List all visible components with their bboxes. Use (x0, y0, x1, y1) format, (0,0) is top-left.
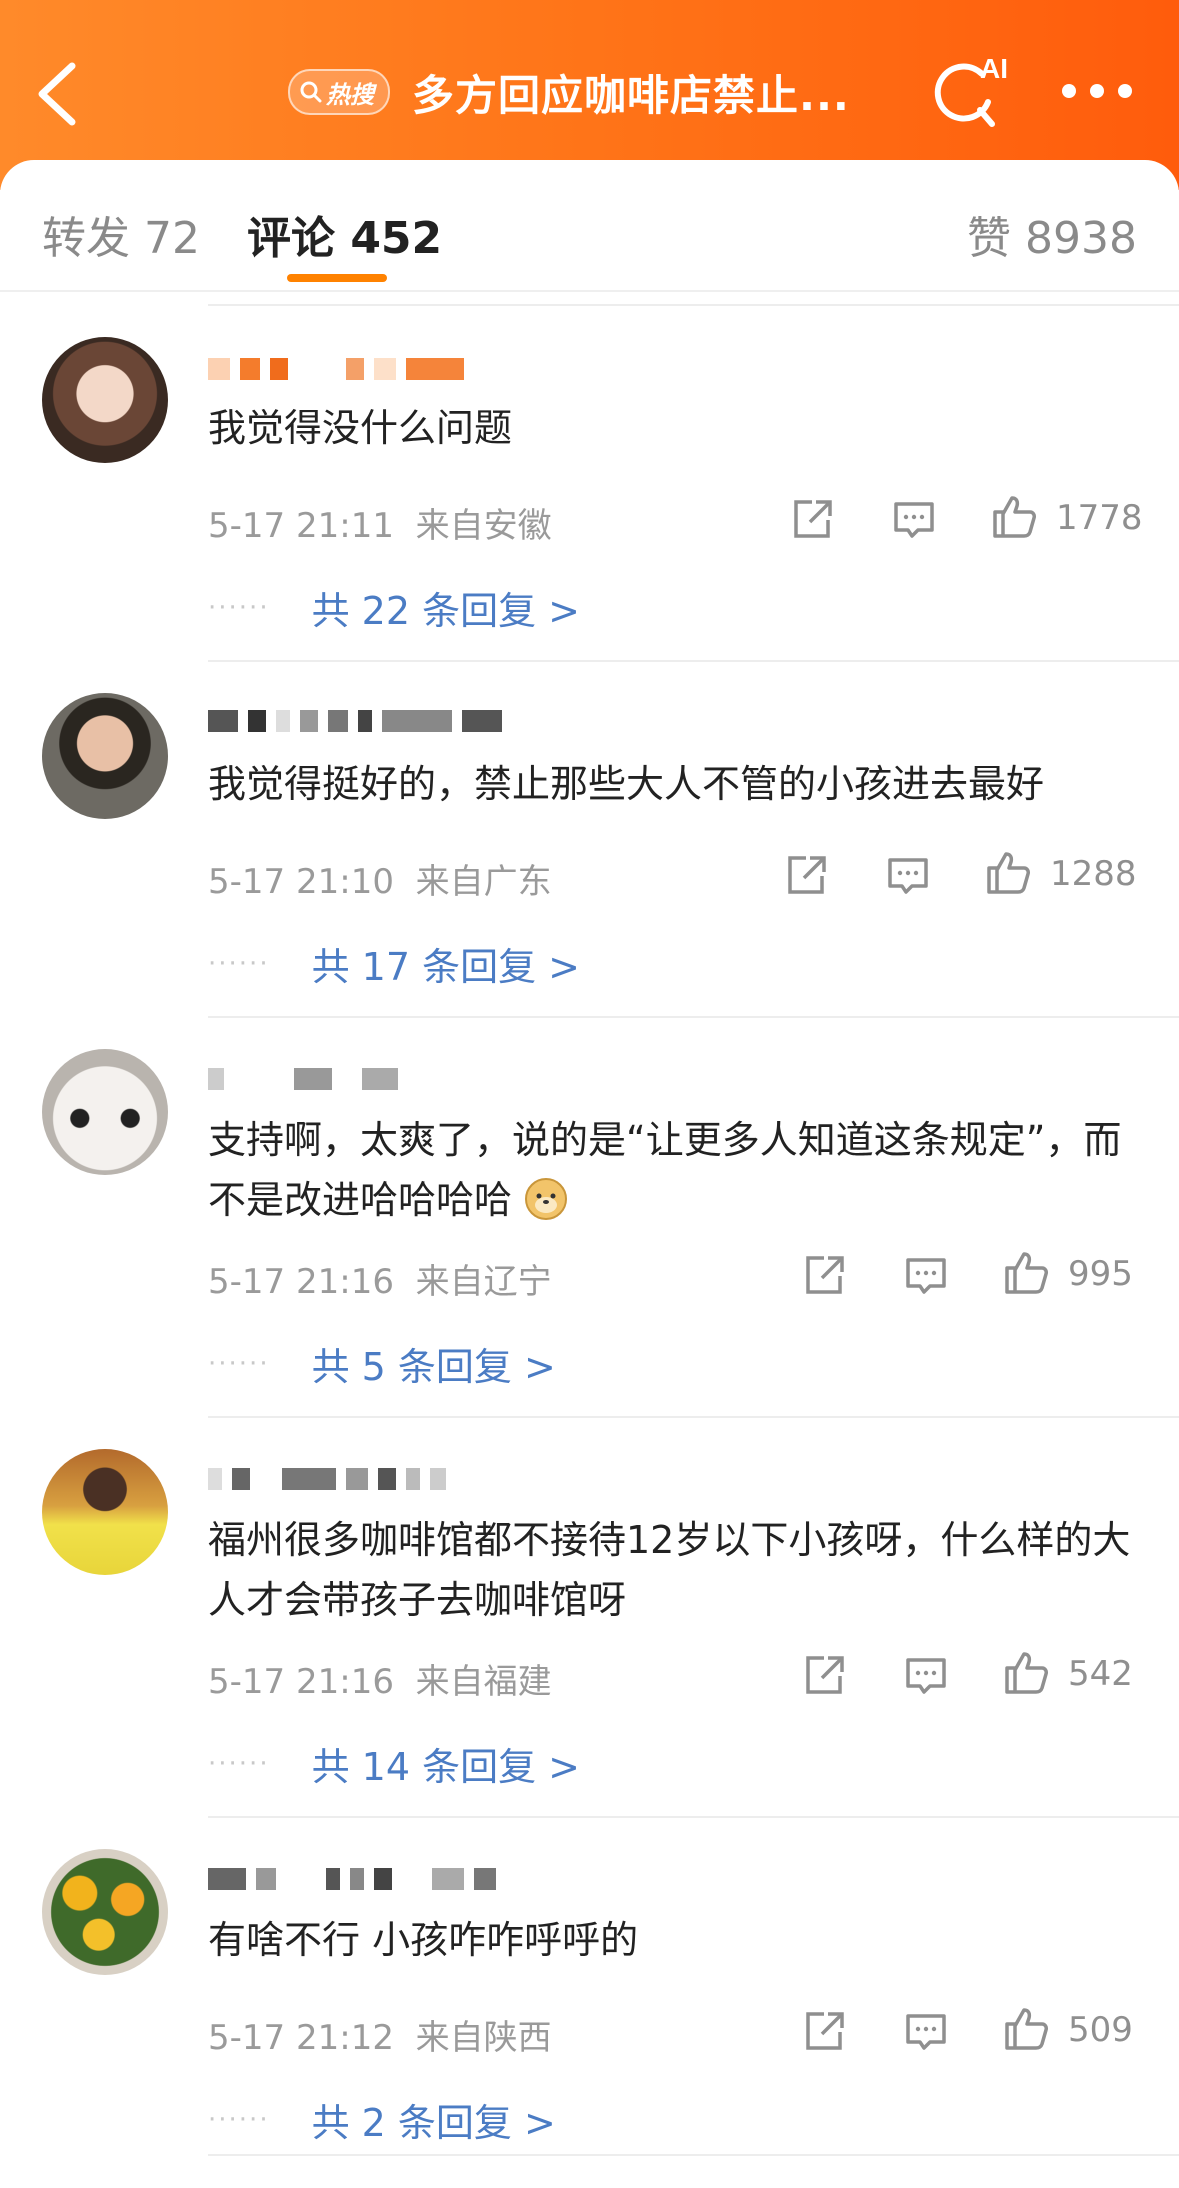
comment-meta: 5-17 21:12 来自陕西 (208, 2010, 552, 2059)
divider (208, 2154, 1179, 2156)
share-icon[interactable] (800, 2008, 848, 2056)
avatar[interactable] (42, 337, 168, 463)
divider (208, 1016, 1179, 1018)
comment-icon[interactable] (884, 852, 932, 900)
comment-text: 我觉得没什么问题 (208, 406, 513, 450)
divider (208, 1416, 1179, 1418)
reply-dots: ······ (208, 2104, 270, 2135)
username-blurred[interactable] (208, 1862, 496, 1896)
comment-text: 支持啊，太爽了，说的是“让更多人知道这条规定”，而不是改进哈哈哈哈 (208, 1110, 1139, 1230)
comment-text: 有啥不行 小孩咋咋呼呼的 (208, 1918, 639, 1962)
more-icon-dot (1118, 84, 1132, 98)
comment-time: 5-17 21:16 (208, 1662, 394, 1702)
like-icon[interactable] (1002, 1248, 1050, 1296)
comment-icon[interactable] (902, 1652, 950, 1700)
comment-time: 5-17 21:10 (208, 862, 394, 902)
share-icon[interactable] (800, 1252, 848, 1300)
comment-time: 5-17 21:11 (208, 506, 394, 546)
divider (0, 290, 1179, 292)
comment-time: 5-17 21:16 (208, 1262, 394, 1302)
view-replies-link[interactable]: ······ 共 22 条回复 > (208, 580, 580, 635)
topic-title-area[interactable]: 热搜 多方回应咖啡店禁止... (288, 62, 850, 122)
comment-meta: 5-17 21:16 来自福建 (208, 1654, 552, 1703)
replies-label: 共 2 条回复 > (311, 2101, 556, 2145)
view-replies-link[interactable]: ······ 共 2 条回复 > (208, 2092, 556, 2147)
replies-label: 共 14 条回复 > (311, 1745, 581, 1789)
reply-dots: ······ (208, 592, 270, 623)
comment-location: 来自广东 (415, 862, 552, 902)
comment-meta: 5-17 21:10 来自广东 (208, 854, 552, 903)
like-count: 542 (1068, 1654, 1133, 1694)
avatar[interactable] (42, 1449, 168, 1575)
share-icon[interactable] (800, 1652, 848, 1700)
comment-location: 来自辽宁 (415, 1262, 552, 1302)
divider (208, 304, 1179, 306)
hot-search-badge: 热搜 (288, 69, 390, 115)
divider (208, 660, 1179, 662)
like-count: 1778 (1056, 498, 1143, 538)
comment-icon[interactable] (902, 1252, 950, 1300)
like-count: 995 (1068, 1254, 1133, 1294)
view-replies-link[interactable]: ······ 共 14 条回复 > (208, 1736, 580, 1791)
like-count: 509 (1068, 2010, 1133, 2050)
comment-location: 来自陕西 (415, 2018, 552, 2058)
reply-dots: ······ (208, 948, 270, 979)
like-icon[interactable] (1002, 1648, 1050, 1696)
more-icon-dot (1090, 84, 1104, 98)
comment-text: 福州很多咖啡馆都不接待12岁以下小孩呀，什么样的大人才会带孩子去咖啡馆呀 (208, 1518, 1131, 1622)
reply-dots: ······ (208, 1348, 270, 1379)
username-blurred[interactable] (208, 352, 464, 386)
ai-label: AI (980, 53, 1008, 84)
username-blurred[interactable] (208, 704, 502, 738)
more-icon (1062, 84, 1076, 98)
search-icon (300, 81, 322, 103)
replies-label: 共 5 条回复 > (311, 1345, 556, 1389)
tab-reposts[interactable]: 转发 72 (42, 202, 200, 266)
active-tab-indicator (287, 274, 387, 282)
share-icon[interactable] (788, 496, 836, 544)
like-icon[interactable] (1002, 2004, 1050, 2052)
comment-text: 我觉得挺好的，禁止那些大人不管的小孩进去最好 (208, 762, 1045, 806)
comment-icon[interactable] (890, 496, 938, 544)
back-icon (38, 62, 76, 126)
reply-dots: ······ (208, 1748, 270, 1779)
hot-search-label: 热搜 (326, 80, 374, 109)
tab-bar: 转发 72 评论 452 赞 8938 (0, 160, 1179, 290)
like-icon[interactable] (984, 848, 1032, 896)
replies-label: 共 17 条回复 > (311, 945, 581, 989)
avatar[interactable] (42, 1849, 168, 1975)
username-blurred[interactable] (208, 1062, 398, 1096)
comment-location: 来自安徽 (415, 506, 552, 546)
like-icon[interactable] (990, 492, 1038, 540)
view-replies-link[interactable]: ······ 共 5 条回复 > (208, 1336, 556, 1391)
comment-text-body: 支持啊，太爽了，说的是“让更多人知道这条规定”，而不是改进哈哈哈哈 (208, 1118, 1122, 1222)
like-count: 1288 (1050, 854, 1137, 894)
doge-emoji-icon (525, 1178, 568, 1220)
comment-meta: 5-17 21:11 来自安徽 (208, 498, 552, 547)
comment-location: 来自福建 (415, 1662, 552, 1702)
page-title: 多方回应咖啡店禁止... (412, 70, 850, 120)
view-replies-link[interactable]: ······ 共 17 条回复 > (208, 936, 580, 991)
more-button[interactable] (1062, 76, 1140, 106)
tab-likes[interactable]: 赞 8938 (967, 202, 1137, 266)
back-button[interactable] (28, 58, 84, 128)
share-icon[interactable] (782, 852, 830, 900)
comment-time: 5-17 21:12 (208, 2018, 394, 2058)
comment-meta: 5-17 21:16 来自辽宁 (208, 1254, 552, 1303)
comment-icon[interactable] (902, 2008, 950, 2056)
avatar[interactable] (42, 693, 168, 819)
replies-label: 共 22 条回复 > (311, 589, 581, 633)
username-blurred[interactable] (208, 1462, 446, 1496)
divider (208, 1816, 1179, 1818)
avatar[interactable] (42, 1049, 168, 1175)
tab-comments[interactable]: 评论 452 (247, 202, 442, 266)
ai-search-icon: AI (934, 53, 1008, 127)
ai-search-button[interactable]: AI (930, 52, 1012, 132)
